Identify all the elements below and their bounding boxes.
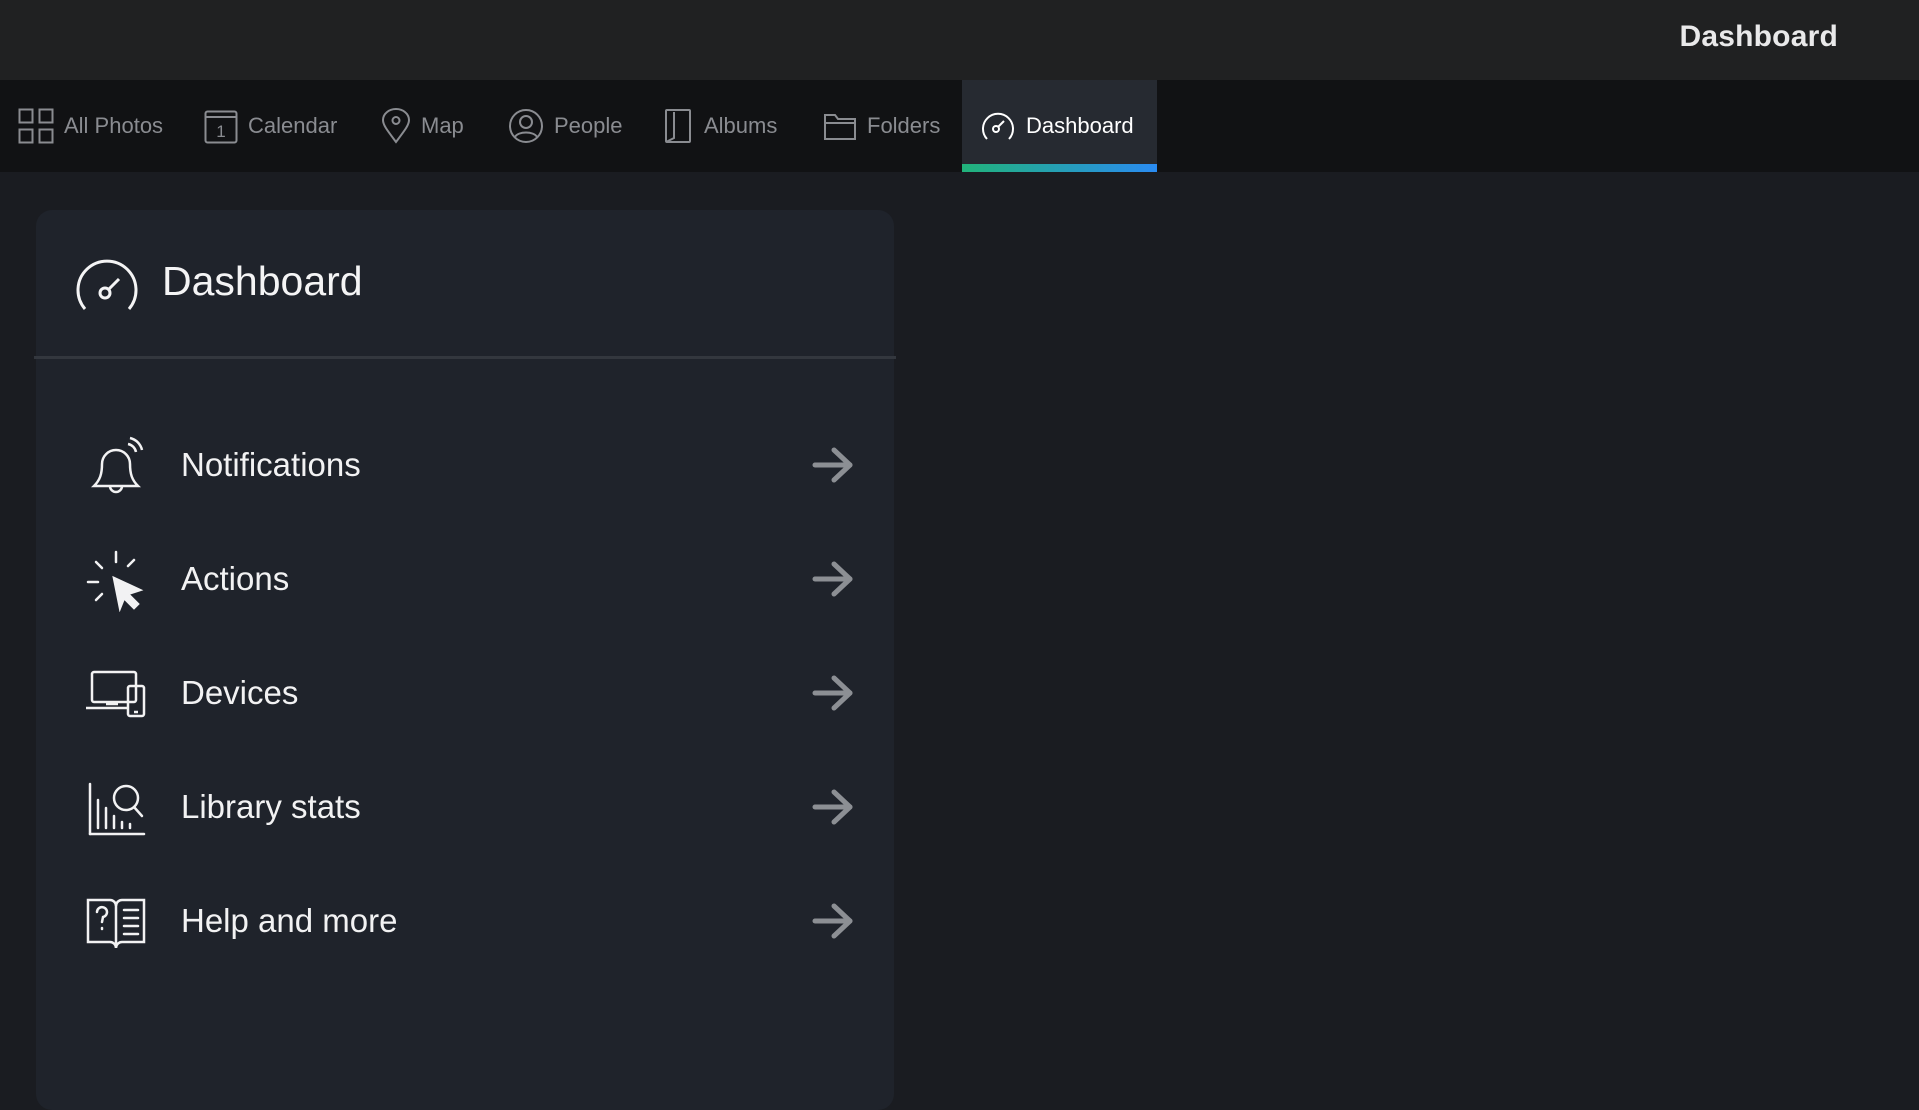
menu-item-label: Actions: [181, 560, 290, 597]
tab-all-photos[interactable]: All Photos: [18, 80, 163, 172]
menu-item-label: Devices: [181, 674, 299, 711]
panel-header: Dashboard: [34, 210, 896, 359]
arrow-right-icon: [812, 561, 854, 602]
dashboard-panel: Dashboard Notifications Actions Devices …: [34, 210, 896, 1110]
arrow-right-icon: [812, 903, 854, 944]
tab-label: Map: [421, 113, 464, 138]
tab-label: Calendar: [248, 113, 338, 138]
tab-map[interactable]: Map: [381, 80, 464, 172]
calendar-icon: 1: [204, 108, 238, 144]
menu-item-label: Notifications: [181, 446, 361, 483]
menu-item-help-and-more[interactable]: Help and more: [36, 866, 894, 976]
arrow-right-icon: [812, 447, 854, 488]
grid-icon: [18, 108, 54, 144]
person-icon: [508, 108, 544, 144]
tab-bar: All Photos 1 Calendar Map People Albums …: [0, 80, 1919, 172]
arrow-right-icon: [812, 789, 854, 830]
tab-label: Albums: [704, 113, 778, 138]
menu-item-actions[interactable]: Actions: [36, 524, 894, 634]
panel-title: Dashboard: [162, 258, 363, 304]
divider: [34, 356, 896, 359]
devices-icon: [84, 662, 148, 726]
folder-icon: [823, 111, 857, 141]
tab-label: Dashboard: [1026, 113, 1134, 138]
album-icon: [664, 108, 694, 144]
tab-label: All Photos: [64, 113, 164, 138]
chart-search-icon: [84, 776, 148, 840]
gauge-icon: [980, 108, 1016, 144]
window-title: Dashboard: [1679, 20, 1838, 53]
tab-folders[interactable]: Folders: [823, 80, 940, 172]
tab-label: Folders: [867, 113, 941, 138]
tab-calendar[interactable]: 1 Calendar: [204, 80, 337, 172]
tab-label: People: [554, 113, 623, 138]
bell-icon: [84, 434, 148, 498]
menu-item-label: Library stats: [181, 788, 361, 825]
menu-item-devices[interactable]: Devices: [36, 638, 894, 748]
gauge-icon: [75, 257, 139, 318]
calendar-icon-number: 1: [216, 122, 225, 141]
menu-item-notifications[interactable]: Notifications: [36, 410, 894, 520]
tab-albums[interactable]: Albums: [664, 80, 777, 172]
map-pin-icon: [381, 108, 411, 144]
menu-item-label: Help and more: [181, 902, 398, 939]
help-book-icon: [84, 890, 148, 954]
tab-dashboard[interactable]: Dashboard: [962, 80, 1157, 172]
top-bar: Dashboard: [0, 0, 1919, 80]
click-cursor-icon: [84, 548, 148, 613]
tab-people[interactable]: People: [508, 80, 623, 172]
menu-item-library-stats[interactable]: Library stats: [36, 752, 894, 862]
arrow-right-icon: [812, 675, 854, 716]
